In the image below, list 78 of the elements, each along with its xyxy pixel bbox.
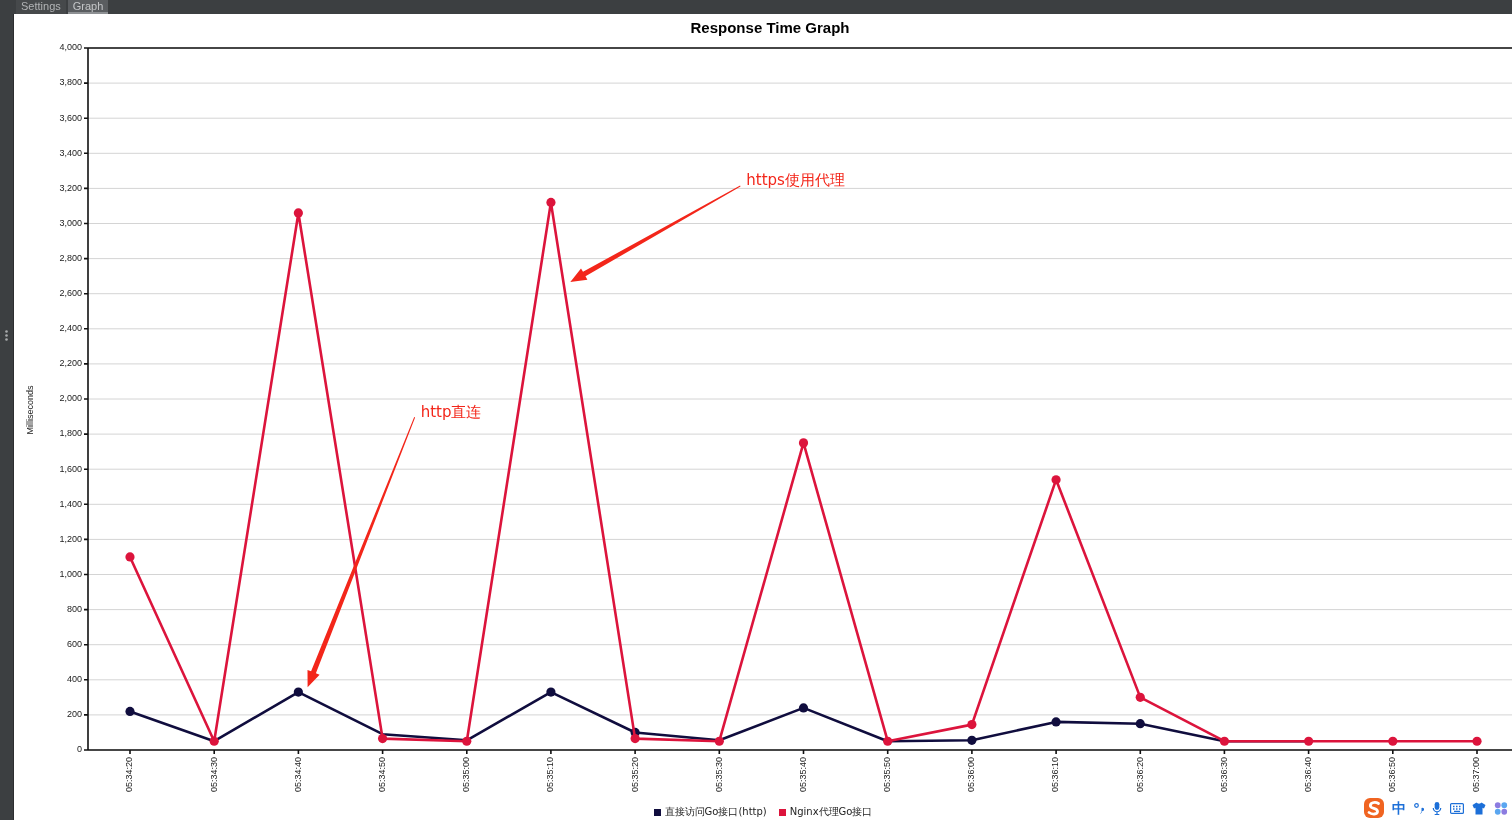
y-tick-label: 400 <box>66 674 82 685</box>
data-point <box>125 552 135 562</box>
data-point <box>293 687 303 697</box>
x-tick-label: 05:35:10 <box>545 757 556 793</box>
legend-label: 直接访问Go接口(http) <box>664 805 767 819</box>
x-tick-label: 05:36:00 <box>966 757 977 793</box>
y-tick-label: 2,600 <box>59 288 82 299</box>
x-tick-label: 05:36:20 <box>1134 757 1145 793</box>
input-mode-toggle[interactable]: 中 <box>1392 800 1406 816</box>
y-tick-label: 3,200 <box>59 182 82 193</box>
data-point <box>798 703 809 713</box>
x-tick-label: 05:34:30 <box>208 757 219 793</box>
y-tick-label: 1,400 <box>59 498 82 509</box>
data-point <box>546 687 556 697</box>
logo-icon[interactable] <box>1364 798 1384 818</box>
annotation-label: http直连 <box>420 402 482 421</box>
y-tick-label: 2,400 <box>59 323 82 334</box>
annotation-label: https使用代理 <box>746 171 845 190</box>
data-point <box>1135 719 1145 729</box>
tab[interactable]: Graph <box>67 0 109 14</box>
data-point <box>1304 736 1314 746</box>
data-point <box>1388 736 1398 746</box>
x-tick-label: 05:36:10 <box>1050 757 1061 793</box>
x-tick-label: 05:36:40 <box>1303 757 1313 793</box>
data-point <box>377 734 388 744</box>
data-point <box>1135 692 1145 702</box>
keyboard-icon[interactable] <box>1450 801 1464 815</box>
y-tick-label: 3,400 <box>59 147 82 158</box>
tab[interactable]: Settings <box>16 0 66 14</box>
data-point <box>1472 736 1482 746</box>
y-tick-label: 1,800 <box>59 428 82 439</box>
x-tick-label: 05:35:50 <box>882 757 893 793</box>
x-tick-label: 05:35:20 <box>629 757 640 793</box>
y-tick-label: 3,600 <box>59 112 82 123</box>
grid-icon[interactable] <box>1494 801 1508 815</box>
y-tick-label: 1,200 <box>59 533 82 544</box>
data-point <box>546 197 556 208</box>
x-tick-label: 05:35:40 <box>797 757 808 793</box>
data-point <box>125 706 135 716</box>
data-point <box>1219 736 1230 746</box>
y-tick-label: 2,200 <box>59 358 82 369</box>
x-tick-label: 05:37:00 <box>1471 757 1482 793</box>
chart-title: Response Time Graph <box>690 18 850 36</box>
shirt-icon[interactable] <box>1472 801 1486 815</box>
x-tick-label: 05:34:40 <box>292 757 303 793</box>
data-point <box>798 438 809 448</box>
y-tick-label: 800 <box>66 603 82 614</box>
data-point <box>209 736 219 746</box>
data-point <box>462 736 472 746</box>
y-axis-title: Milliseconds <box>25 385 36 435</box>
y-tick-label: 2,000 <box>59 393 82 404</box>
x-tick-label: 05:36:50 <box>1387 757 1398 793</box>
data-point <box>1051 717 1061 727</box>
drag-handle-icon[interactable] <box>5 330 8 341</box>
punctuation-icon[interactable] <box>1414 801 1424 815</box>
data-point <box>967 735 977 745</box>
x-tick-label: 05:34:50 <box>376 757 387 793</box>
y-tick-label: 200 <box>66 709 82 720</box>
y-tick-label: 3,000 <box>59 217 82 228</box>
x-tick-label: 05:36:30 <box>1218 757 1229 793</box>
x-tick-label: 05:35:00 <box>461 757 472 793</box>
y-tick-label: 0 <box>77 744 82 755</box>
y-tick-label: 1,000 <box>59 568 82 579</box>
data-point <box>630 734 640 744</box>
y-tick-label: 2,800 <box>59 253 82 263</box>
data-point <box>883 736 893 746</box>
data-point <box>1051 475 1061 485</box>
y-tick-label: 1,600 <box>59 463 82 474</box>
y-tick-label: 3,800 <box>59 77 82 88</box>
data-point <box>714 736 724 746</box>
legend-label: Nginx代理Go接口 <box>789 805 873 819</box>
x-tick-label: 05:34:20 <box>124 757 135 793</box>
y-tick-label: 600 <box>66 639 82 650</box>
x-tick-label: 05:35:30 <box>713 757 724 793</box>
microphone-icon[interactable] <box>1432 801 1442 815</box>
data-point <box>293 208 303 218</box>
data-point <box>967 719 977 730</box>
y-tick-label: 4,000 <box>59 42 82 53</box>
